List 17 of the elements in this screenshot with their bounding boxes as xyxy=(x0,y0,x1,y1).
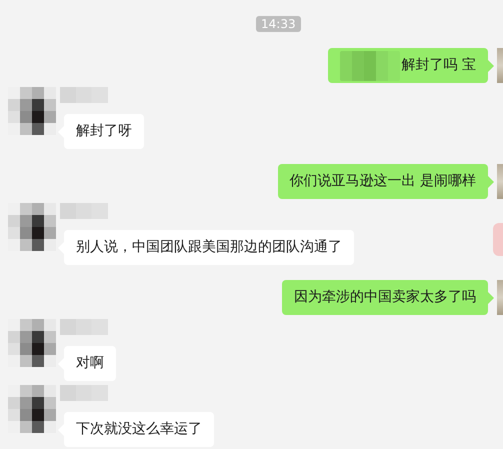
time-stamp: 14:33 xyxy=(256,16,301,32)
message-text: 因为牵涉的中国卖家太多了吗 xyxy=(294,288,476,307)
message-text: 解封了呀 xyxy=(76,122,132,141)
message-text: 解封了吗 宝 xyxy=(402,56,476,75)
avatar[interactable] xyxy=(8,385,56,433)
blurred-text xyxy=(340,50,400,80)
message-text: 你们说亚马逊这一出 是闹哪样 xyxy=(290,172,476,191)
message-text: 对啊 xyxy=(76,354,104,373)
message-text: 别人说，中国团队跟美国那边的团队沟通了 xyxy=(76,238,342,257)
avatar[interactable] xyxy=(8,203,56,251)
blurred-name xyxy=(60,319,108,335)
avatar[interactable] xyxy=(8,319,56,367)
blurred-name xyxy=(60,203,108,219)
blurred-name xyxy=(60,87,108,103)
avatar[interactable] xyxy=(8,87,56,135)
blurred-name xyxy=(60,385,108,401)
message-text: 下次就没这么幸运了 xyxy=(76,420,202,439)
